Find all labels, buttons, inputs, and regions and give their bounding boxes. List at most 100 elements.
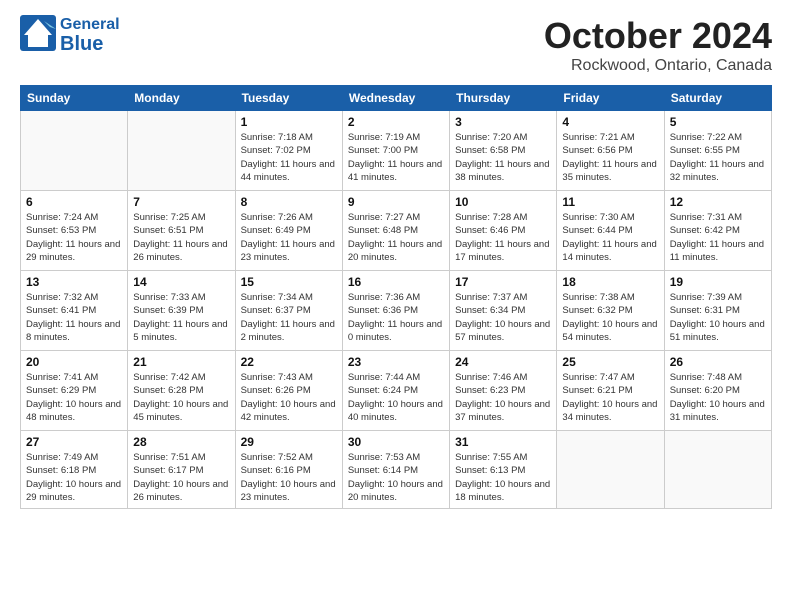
- logo-text: General Blue: [60, 16, 120, 56]
- header: General Blue October 2024 Rockwood, Onta…: [20, 15, 772, 75]
- page: General Blue October 2024 Rockwood, Onta…: [0, 0, 792, 612]
- day-number: 30: [348, 435, 444, 449]
- day-number: 19: [670, 275, 766, 289]
- weekday-header-friday: Friday: [557, 86, 664, 111]
- day-number: 26: [670, 355, 766, 369]
- day-number: 28: [133, 435, 229, 449]
- day-detail: Sunrise: 7:55 AM Sunset: 6:13 PM Dayligh…: [455, 451, 551, 504]
- day-detail: Sunrise: 7:28 AM Sunset: 6:46 PM Dayligh…: [455, 211, 551, 264]
- day-detail: Sunrise: 7:25 AM Sunset: 6:51 PM Dayligh…: [133, 211, 229, 264]
- day-detail: Sunrise: 7:46 AM Sunset: 6:23 PM Dayligh…: [455, 371, 551, 424]
- calendar-subtitle: Rockwood, Ontario, Canada: [544, 57, 772, 75]
- day-detail: Sunrise: 7:44 AM Sunset: 6:24 PM Dayligh…: [348, 371, 444, 424]
- calendar-title: October 2024: [544, 15, 772, 57]
- calendar-cell: 11 Sunrise: 7:30 AM Sunset: 6:44 PM Dayli…: [557, 191, 664, 271]
- day-detail: Sunrise: 7:32 AM Sunset: 6:41 PM Dayligh…: [26, 291, 122, 344]
- day-number: 24: [455, 355, 551, 369]
- calendar-cell: 1 Sunrise: 7:18 AM Sunset: 7:02 PM Daylig…: [235, 111, 342, 191]
- day-detail: Sunrise: 7:51 AM Sunset: 6:17 PM Dayligh…: [133, 451, 229, 504]
- day-number: 13: [26, 275, 122, 289]
- day-detail: Sunrise: 7:21 AM Sunset: 6:56 PM Dayligh…: [562, 131, 658, 184]
- day-number: 11: [562, 195, 658, 209]
- calendar-cell: 24 Sunrise: 7:46 AM Sunset: 6:23 PM Dayli…: [450, 351, 557, 431]
- day-number: 15: [241, 275, 337, 289]
- day-number: 5: [670, 115, 766, 129]
- day-detail: Sunrise: 7:33 AM Sunset: 6:39 PM Dayligh…: [133, 291, 229, 344]
- weekday-header-wednesday: Wednesday: [342, 86, 449, 111]
- day-detail: Sunrise: 7:24 AM Sunset: 6:53 PM Dayligh…: [26, 211, 122, 264]
- day-detail: Sunrise: 7:20 AM Sunset: 6:58 PM Dayligh…: [455, 131, 551, 184]
- calendar-cell: 29 Sunrise: 7:52 AM Sunset: 6:16 PM Dayli…: [235, 431, 342, 509]
- logo-general-text: General: [60, 16, 120, 34]
- calendar-cell: 31Sunrise: 7:55 AM Sunset: 6:13 PM Dayli…: [450, 431, 557, 509]
- day-number: 17: [455, 275, 551, 289]
- day-number: 9: [348, 195, 444, 209]
- day-number: 14: [133, 275, 229, 289]
- calendar-week-5: 27Sunrise: 7:49 AM Sunset: 6:18 PM Dayli…: [21, 431, 772, 509]
- day-detail: Sunrise: 7:41 AM Sunset: 6:29 PM Dayligh…: [26, 371, 122, 424]
- calendar-cell: 15 Sunrise: 7:34 AM Sunset: 6:37 PM Dayli…: [235, 271, 342, 351]
- calendar-cell: 10 Sunrise: 7:28 AM Sunset: 6:46 PM Dayli…: [450, 191, 557, 271]
- calendar-cell: 12 Sunrise: 7:31 AM Sunset: 6:42 PM Dayli…: [664, 191, 771, 271]
- calendar-cell: 6 Sunrise: 7:24 AM Sunset: 6:53 PM Daylig…: [21, 191, 128, 271]
- day-detail: Sunrise: 7:37 AM Sunset: 6:34 PM Dayligh…: [455, 291, 551, 344]
- calendar-cell: 13 Sunrise: 7:32 AM Sunset: 6:41 PM Dayli…: [21, 271, 128, 351]
- day-number: 20: [26, 355, 122, 369]
- day-detail: Sunrise: 7:52 AM Sunset: 6:16 PM Dayligh…: [241, 451, 337, 504]
- calendar-cell: 20 Sunrise: 7:41 AM Sunset: 6:29 PM Dayli…: [21, 351, 128, 431]
- calendar-cell: 4 Sunrise: 7:21 AM Sunset: 6:56 PM Daylig…: [557, 111, 664, 191]
- day-detail: Sunrise: 7:53 AM Sunset: 6:14 PM Dayligh…: [348, 451, 444, 504]
- calendar-week-2: 6 Sunrise: 7:24 AM Sunset: 6:53 PM Daylig…: [21, 191, 772, 271]
- calendar-cell: 28 Sunrise: 7:51 AM Sunset: 6:17 PM Dayli…: [128, 431, 235, 509]
- day-number: 3: [455, 115, 551, 129]
- day-number: 18: [562, 275, 658, 289]
- day-number: 29: [241, 435, 337, 449]
- day-number: 8: [241, 195, 337, 209]
- weekday-header-thursday: Thursday: [450, 86, 557, 111]
- calendar-cell: 27Sunrise: 7:49 AM Sunset: 6:18 PM Dayli…: [21, 431, 128, 509]
- day-detail: Sunrise: 7:42 AM Sunset: 6:28 PM Dayligh…: [133, 371, 229, 424]
- day-number: 25: [562, 355, 658, 369]
- calendar-cell: 7Sunrise: 7:25 AM Sunset: 6:51 PM Daylig…: [128, 191, 235, 271]
- logo-icon: [20, 15, 56, 51]
- calendar-cell: 22 Sunrise: 7:43 AM Sunset: 6:26 PM Dayli…: [235, 351, 342, 431]
- weekday-header-saturday: Saturday: [664, 86, 771, 111]
- day-detail: Sunrise: 7:27 AM Sunset: 6:48 PM Dayligh…: [348, 211, 444, 264]
- day-detail: Sunrise: 7:18 AM Sunset: 7:02 PM Dayligh…: [241, 131, 337, 184]
- weekday-header-sunday: Sunday: [21, 86, 128, 111]
- day-number: 21: [133, 355, 229, 369]
- day-number: 22: [241, 355, 337, 369]
- day-number: 23: [348, 355, 444, 369]
- calendar-cell: 17 Sunrise: 7:37 AM Sunset: 6:34 PM Dayli…: [450, 271, 557, 351]
- day-detail: Sunrise: 7:49 AM Sunset: 6:18 PM Dayligh…: [26, 451, 122, 504]
- calendar-cell: [557, 431, 664, 509]
- calendar-cell: 30 Sunrise: 7:53 AM Sunset: 6:14 PM Dayli…: [342, 431, 449, 509]
- calendar-week-3: 13 Sunrise: 7:32 AM Sunset: 6:41 PM Dayli…: [21, 271, 772, 351]
- day-number: 1: [241, 115, 337, 129]
- day-number: 2: [348, 115, 444, 129]
- day-detail: Sunrise: 7:34 AM Sunset: 6:37 PM Dayligh…: [241, 291, 337, 344]
- calendar-cell: 23 Sunrise: 7:44 AM Sunset: 6:24 PM Dayli…: [342, 351, 449, 431]
- calendar-cell: 19 Sunrise: 7:39 AM Sunset: 6:31 PM Dayli…: [664, 271, 771, 351]
- day-detail: Sunrise: 7:19 AM Sunset: 7:00 PM Dayligh…: [348, 131, 444, 184]
- day-detail: Sunrise: 7:30 AM Sunset: 6:44 PM Dayligh…: [562, 211, 658, 264]
- day-detail: Sunrise: 7:48 AM Sunset: 6:20 PM Dayligh…: [670, 371, 766, 424]
- weekday-header-tuesday: Tuesday: [235, 86, 342, 111]
- day-number: 6: [26, 195, 122, 209]
- calendar-cell: 21 Sunrise: 7:42 AM Sunset: 6:28 PM Dayli…: [128, 351, 235, 431]
- day-detail: Sunrise: 7:43 AM Sunset: 6:26 PM Dayligh…: [241, 371, 337, 424]
- day-number: 12: [670, 195, 766, 209]
- day-detail: Sunrise: 7:31 AM Sunset: 6:42 PM Dayligh…: [670, 211, 766, 264]
- day-number: 4: [562, 115, 658, 129]
- calendar-cell: [664, 431, 771, 509]
- day-detail: Sunrise: 7:39 AM Sunset: 6:31 PM Dayligh…: [670, 291, 766, 344]
- day-detail: Sunrise: 7:38 AM Sunset: 6:32 PM Dayligh…: [562, 291, 658, 344]
- title-block: October 2024 Rockwood, Ontario, Canada: [544, 15, 772, 75]
- calendar-cell: [128, 111, 235, 191]
- calendar-cell: 18 Sunrise: 7:38 AM Sunset: 6:32 PM Dayli…: [557, 271, 664, 351]
- calendar-cell: 25Sunrise: 7:47 AM Sunset: 6:21 PM Dayli…: [557, 351, 664, 431]
- weekday-header-row: SundayMondayTuesdayWednesdayThursdayFrid…: [21, 86, 772, 111]
- day-number: 10: [455, 195, 551, 209]
- calendar-week-4: 20 Sunrise: 7:41 AM Sunset: 6:29 PM Dayli…: [21, 351, 772, 431]
- calendar-cell: 26 Sunrise: 7:48 AM Sunset: 6:20 PM Dayli…: [664, 351, 771, 431]
